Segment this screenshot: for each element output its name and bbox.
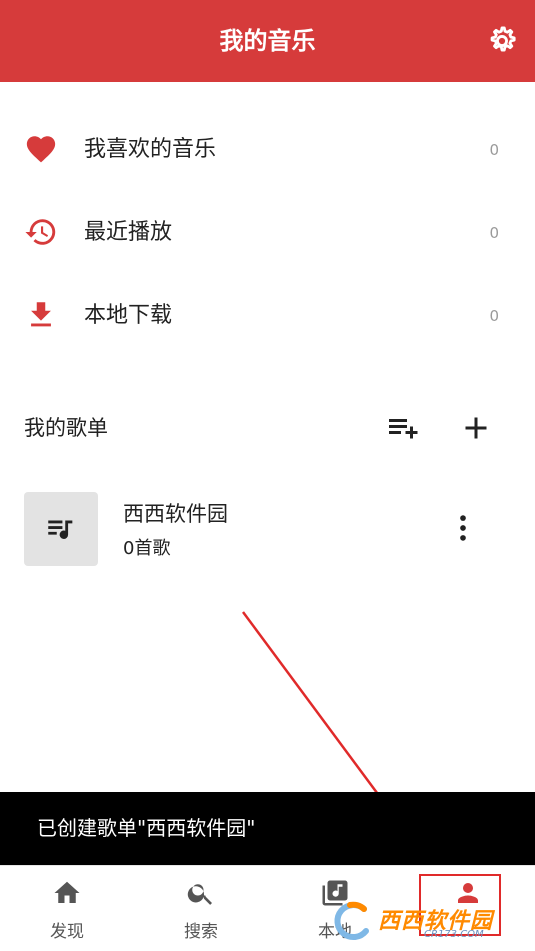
playlist-add-icon [389, 419, 418, 439]
search-icon [187, 884, 212, 905]
nav-item-local[interactable]: 本地 [268, 866, 402, 951]
menu-item-count: 0 [489, 141, 499, 159]
create-playlist-button[interactable] [458, 410, 494, 446]
bottom-navigation: 发现 搜索 本地 [0, 865, 535, 951]
add-to-playlist-button[interactable] [386, 410, 422, 446]
menu-item-recent-plays[interactable]: 最近播放 0 [0, 198, 535, 268]
more-vert-icon [460, 515, 466, 541]
menu-item-label: 我喜欢的音乐 [84, 137, 217, 162]
music-library-icon [322, 880, 348, 906]
settings-button[interactable] [485, 24, 519, 58]
gear-icon [490, 26, 516, 52]
my-playlists-title: 我的歌单 [24, 416, 108, 440]
menu-item-label: 最近播放 [84, 220, 173, 245]
menu-item-liked-music[interactable]: 我喜欢的音乐 0 [0, 115, 535, 185]
playlist-cover [24, 492, 98, 566]
page-title: 我的音乐 [219, 27, 316, 55]
nav-item-discover[interactable]: 发现 [0, 866, 134, 951]
snackbar-text: 已创建歌单"西西软件园" [37, 816, 256, 840]
nav-label: 搜索 [184, 922, 218, 942]
app-header: 我的音乐 [0, 0, 535, 82]
home-icon [54, 881, 80, 903]
nav-item-search[interactable]: 搜索 [134, 866, 268, 951]
playlist-music-icon [48, 520, 73, 539]
history-icon [25, 219, 56, 245]
highlight-box [419, 874, 501, 936]
snackbar: 已创建歌单"西西软件园" [0, 792, 535, 865]
plus-icon [465, 417, 487, 439]
heart-icon [26, 136, 56, 163]
playlist-song-count: 0首歌 [123, 538, 171, 559]
nav-label: 发现 [50, 922, 84, 942]
playlist-item[interactable]: 西西软件园 0首歌 [0, 490, 535, 568]
download-icon [31, 302, 51, 327]
menu-item-label: 本地下载 [84, 303, 173, 328]
menu-item-local-downloads[interactable]: 本地下载 0 [0, 281, 535, 351]
menu-item-count: 0 [489, 307, 499, 325]
nav-label: 本地 [318, 922, 352, 942]
playlist-more-button[interactable] [446, 510, 480, 546]
menu-item-count: 0 [489, 224, 499, 242]
playlist-name: 西西软件园 [123, 502, 228, 526]
